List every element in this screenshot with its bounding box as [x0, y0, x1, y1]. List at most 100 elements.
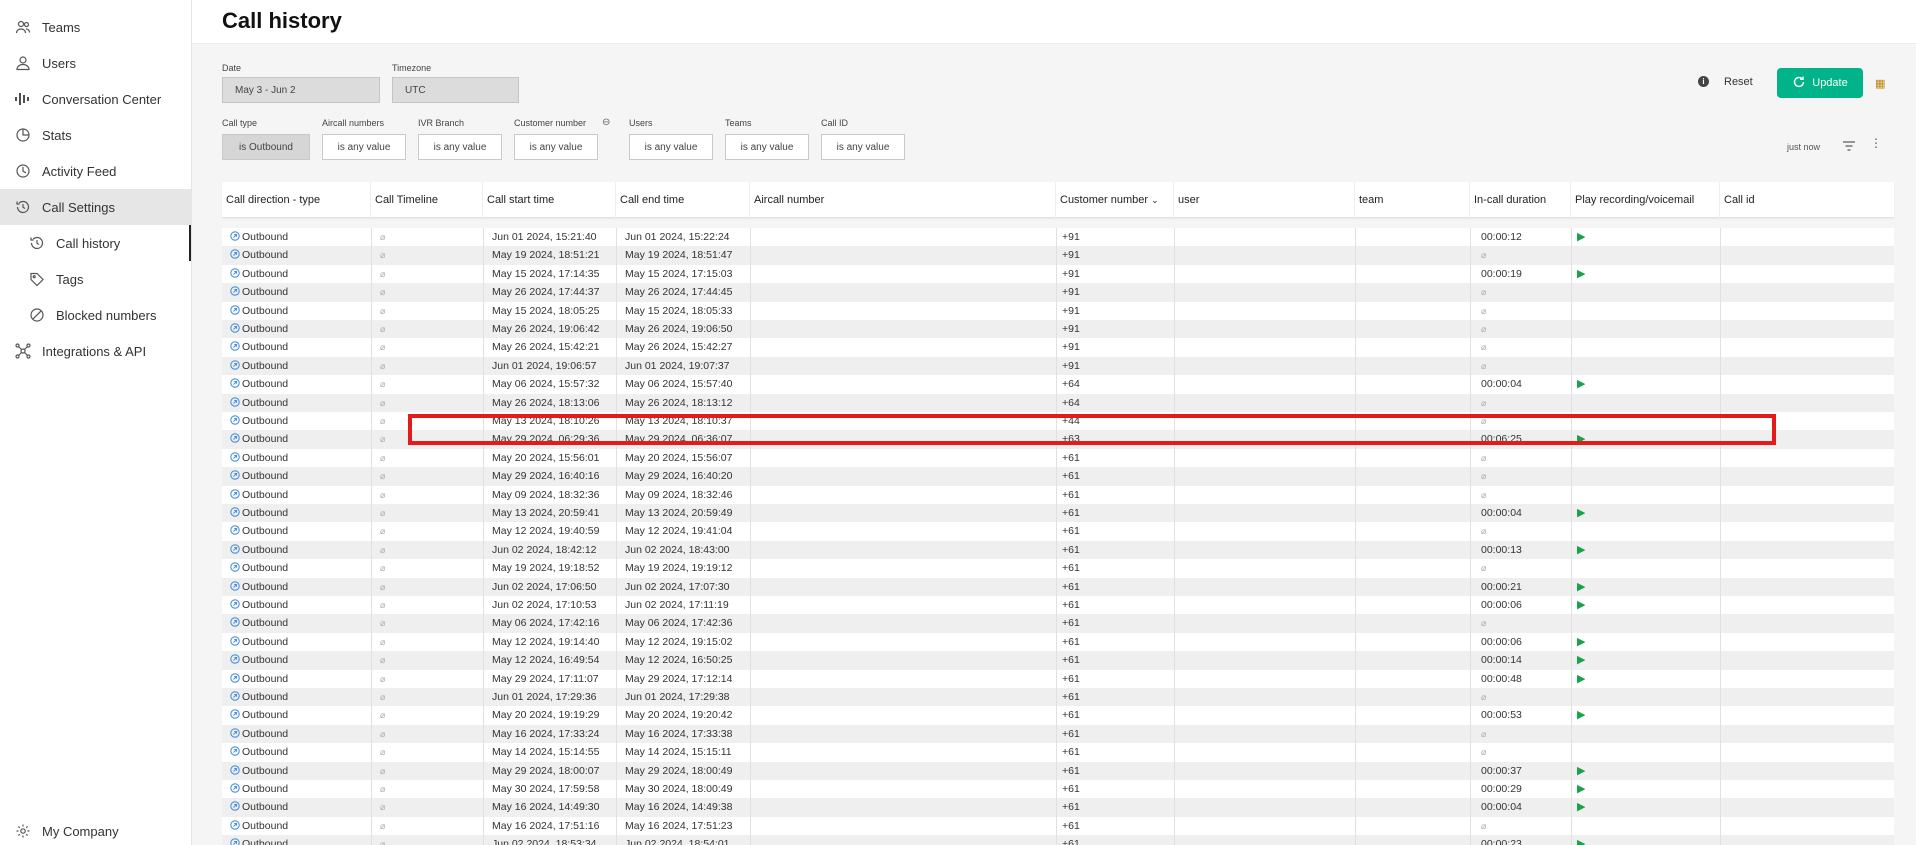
table-row[interactable]: Outbound ⌀ Jun 01 2024, 15:21:40 Jun 01 202…	[222, 228, 1894, 247]
table-row[interactable]: Outbound ⌀ May 29 2024, 16:40:16 May 29 202…	[222, 467, 1894, 486]
table-row[interactable]: Outbound ⌀ May 26 2024, 18:13:06 May 26 202…	[222, 393, 1894, 412]
sidebar-item-blocked-numbers[interactable]: Blocked numbers	[0, 297, 191, 333]
call-type-filter[interactable]: is Outbound	[222, 134, 310, 160]
play-icon[interactable]: ▶	[1577, 228, 1585, 246]
table-row[interactable]: Outbound ⌀ May 12 2024, 16:49:54 May 12 202…	[222, 651, 1894, 670]
table-row[interactable]: Outbound ⌀ May 26 2024, 19:06:42 May 26 202…	[222, 320, 1894, 339]
cell-divider	[1720, 596, 1721, 615]
column-header-recording[interactable]: Play recording/voicemail	[1571, 182, 1720, 218]
table-row[interactable]: Outbound ⌀ May 09 2024, 18:32:36 May 09 202…	[222, 485, 1894, 504]
duration-cell: 00:00:04	[1481, 378, 1522, 391]
column-header-end-time[interactable]: Call end time	[616, 182, 750, 218]
table-row[interactable]: Outbound ⌀ May 14 2024, 15:14:55 May 14 202…	[222, 743, 1894, 762]
table-row[interactable]: Outbound ⌀ May 26 2024, 15:42:21 May 26 202…	[222, 338, 1894, 357]
table-row[interactable]: Outbound ⌀ Jun 02 2024, 17:06:50 Jun 02 202…	[222, 577, 1894, 596]
cell-divider	[1571, 706, 1572, 725]
link-icon[interactable]: ⊖	[602, 117, 610, 128]
play-icon[interactable]: ▶	[1577, 541, 1585, 559]
cell-divider	[1470, 522, 1471, 541]
table-row[interactable]: Outbound ⌀ May 12 2024, 19:14:40 May 12 202…	[222, 632, 1894, 652]
column-header-duration[interactable]: In-call duration	[1470, 182, 1571, 218]
table-row[interactable]: Outbound ⌀ May 29 2024, 17:11:07 May 29 202…	[222, 669, 1894, 688]
users-group-icon	[14, 18, 32, 36]
sidebar-item-stats[interactable]: Stats	[0, 117, 191, 153]
table-row[interactable]: Outbound ⌀ May 20 2024, 15:56:01 May 20 202…	[222, 448, 1894, 468]
table-row[interactable]: Outbound ⌀ May 29 2024, 18:00:07 May 29 202…	[222, 761, 1894, 780]
date-picker[interactable]: May 3 - Jun 2	[222, 77, 380, 103]
column-header-timeline[interactable]: Call Timeline	[371, 182, 483, 218]
column-header-start-time[interactable]: Call start time	[483, 182, 616, 218]
sidebar-item-activity-feed[interactable]: Activity Feed	[0, 153, 191, 189]
play-icon[interactable]: ▶	[1577, 835, 1585, 845]
column-header-direction[interactable]: Call direction - type	[222, 182, 371, 218]
sidebar-item-label: My Company	[42, 823, 119, 839]
column-header-customer-number[interactable]: Customer number ⌄	[1056, 182, 1174, 218]
table-row[interactable]: Outbound ⌀ Jun 02 2024, 17:10:53 Jun 02 202…	[222, 596, 1894, 615]
more-options-icon[interactable]: ⋮	[1870, 137, 1882, 149]
aircall-numbers-filter[interactable]: is any value	[322, 134, 406, 160]
timezone-select[interactable]: UTC	[392, 77, 519, 103]
sidebar-item-my-company[interactable]: My Company	[0, 813, 191, 845]
table-row[interactable]: Outbound ⌀ May 19 2024, 19:18:52 May 19 202…	[222, 559, 1894, 578]
sidebar-item-conversation-center[interactable]: Conversation Center	[0, 81, 191, 117]
info-icon[interactable]: i	[1698, 76, 1709, 87]
table-row[interactable]: Outbound ⌀ May 20 2024, 19:19:29 May 20 202…	[222, 706, 1894, 725]
sidebar-item-teams[interactable]: Teams	[0, 9, 191, 45]
play-icon[interactable]: ▶	[1577, 578, 1585, 596]
column-header-aircall-number[interactable]: Aircall number	[750, 182, 1056, 218]
play-icon[interactable]: ▶	[1577, 651, 1585, 669]
table-row[interactable]: Outbound ⌀ May 19 2024, 18:51:21 May 19 202…	[222, 246, 1894, 265]
table-row[interactable]: Outbound ⌀ Jun 02 2024, 18:42:12 Jun 02 202…	[222, 540, 1894, 560]
play-icon[interactable]: ▶	[1577, 706, 1585, 724]
table-row[interactable]: Outbound ⌀ May 06 2024, 15:57:32 May 06 202…	[222, 375, 1894, 394]
sidebar-item-users[interactable]: Users	[0, 45, 191, 81]
table-row[interactable]: Outbound ⌀ Jun 01 2024, 19:06:57 Jun 01 202…	[222, 356, 1894, 376]
play-icon[interactable]: ▶	[1577, 430, 1585, 448]
ivr-branch-filter[interactable]: is any value	[418, 134, 502, 160]
extension-icon[interactable]: ▦	[1875, 77, 1885, 90]
table-row[interactable]: Outbound ⌀ May 13 2024, 20:59:41 May 13 202…	[222, 504, 1894, 523]
timeline-cell: ⌀	[380, 360, 386, 371]
start-time-cell: May 29 2024, 16:40:16	[492, 470, 600, 483]
column-header-call-id[interactable]: Call id	[1720, 182, 1894, 218]
customer-number-filter[interactable]: is any value	[514, 134, 598, 160]
table-row[interactable]: Outbound ⌀ May 29 2024, 06:29:36 May 29 202…	[222, 430, 1894, 449]
table-row[interactable]: Outbound ⌀ May 16 2024, 17:51:16 May 16 202…	[222, 816, 1894, 836]
play-icon[interactable]: ▶	[1577, 265, 1585, 283]
teams-filter[interactable]: is any value	[725, 134, 809, 160]
table-row[interactable]: Outbound ⌀ May 12 2024, 19:40:59 May 12 202…	[222, 522, 1894, 541]
reset-button[interactable]: Reset	[1724, 76, 1753, 88]
play-icon[interactable]: ▶	[1577, 633, 1585, 651]
duration-cell: ⌀	[1481, 250, 1487, 261]
play-icon[interactable]: ▶	[1577, 762, 1585, 780]
table-row[interactable]: Outbound ⌀ May 15 2024, 18:05:25 May 15 202…	[222, 301, 1894, 320]
play-icon[interactable]: ▶	[1577, 596, 1585, 614]
sidebar-item-call-history[interactable]: Call history	[0, 225, 191, 261]
update-button[interactable]: Update	[1777, 68, 1863, 98]
play-icon[interactable]: ▶	[1577, 375, 1585, 393]
call-id-filter[interactable]: is any value	[821, 134, 905, 160]
table-row[interactable]: Outbound ⌀ May 15 2024, 17:14:35 May 15 202…	[222, 264, 1894, 284]
play-icon[interactable]: ▶	[1577, 798, 1585, 816]
table-row[interactable]: Outbound ⌀ Jun 02 2024, 18:53:34 Jun 02 202…	[222, 835, 1894, 845]
column-header-team[interactable]: team	[1355, 182, 1470, 218]
column-header-user[interactable]: user	[1174, 182, 1355, 218]
play-icon[interactable]: ▶	[1577, 780, 1585, 798]
table-row[interactable]: Outbound ⌀ Jun 01 2024, 17:29:36 Jun 01 202…	[222, 688, 1894, 707]
table-row[interactable]: Outbound ⌀ May 26 2024, 17:44:37 May 26 202…	[222, 283, 1894, 302]
table-row[interactable]: Outbound ⌀ May 16 2024, 17:33:24 May 16 202…	[222, 724, 1894, 744]
outbound-call-icon	[230, 449, 240, 467]
users-filter[interactable]: is any value	[629, 134, 713, 160]
start-time-cell: Jun 01 2024, 17:29:36	[492, 691, 597, 703]
table-row[interactable]: Outbound ⌀ May 06 2024, 17:42:16 May 06 202…	[222, 614, 1894, 633]
table-row[interactable]: Outbound ⌀ May 16 2024, 14:49:30 May 16 202…	[222, 798, 1894, 817]
play-icon[interactable]: ▶	[1577, 670, 1585, 688]
sidebar-item-call-settings[interactable]: Call Settings	[0, 189, 191, 225]
table-row[interactable]: Outbound ⌀ May 30 2024, 17:59:58 May 30 202…	[222, 780, 1894, 799]
sidebar-item-tags[interactable]: Tags	[0, 261, 191, 297]
play-icon[interactable]: ▶	[1577, 504, 1585, 522]
cell-divider	[1720, 393, 1721, 412]
filter-icon[interactable]	[1842, 139, 1856, 157]
table-row[interactable]: Outbound ⌀ May 13 2024, 18:10:26 May 13 202…	[222, 412, 1894, 431]
sidebar-item-integrations[interactable]: Integrations & API	[0, 333, 191, 369]
